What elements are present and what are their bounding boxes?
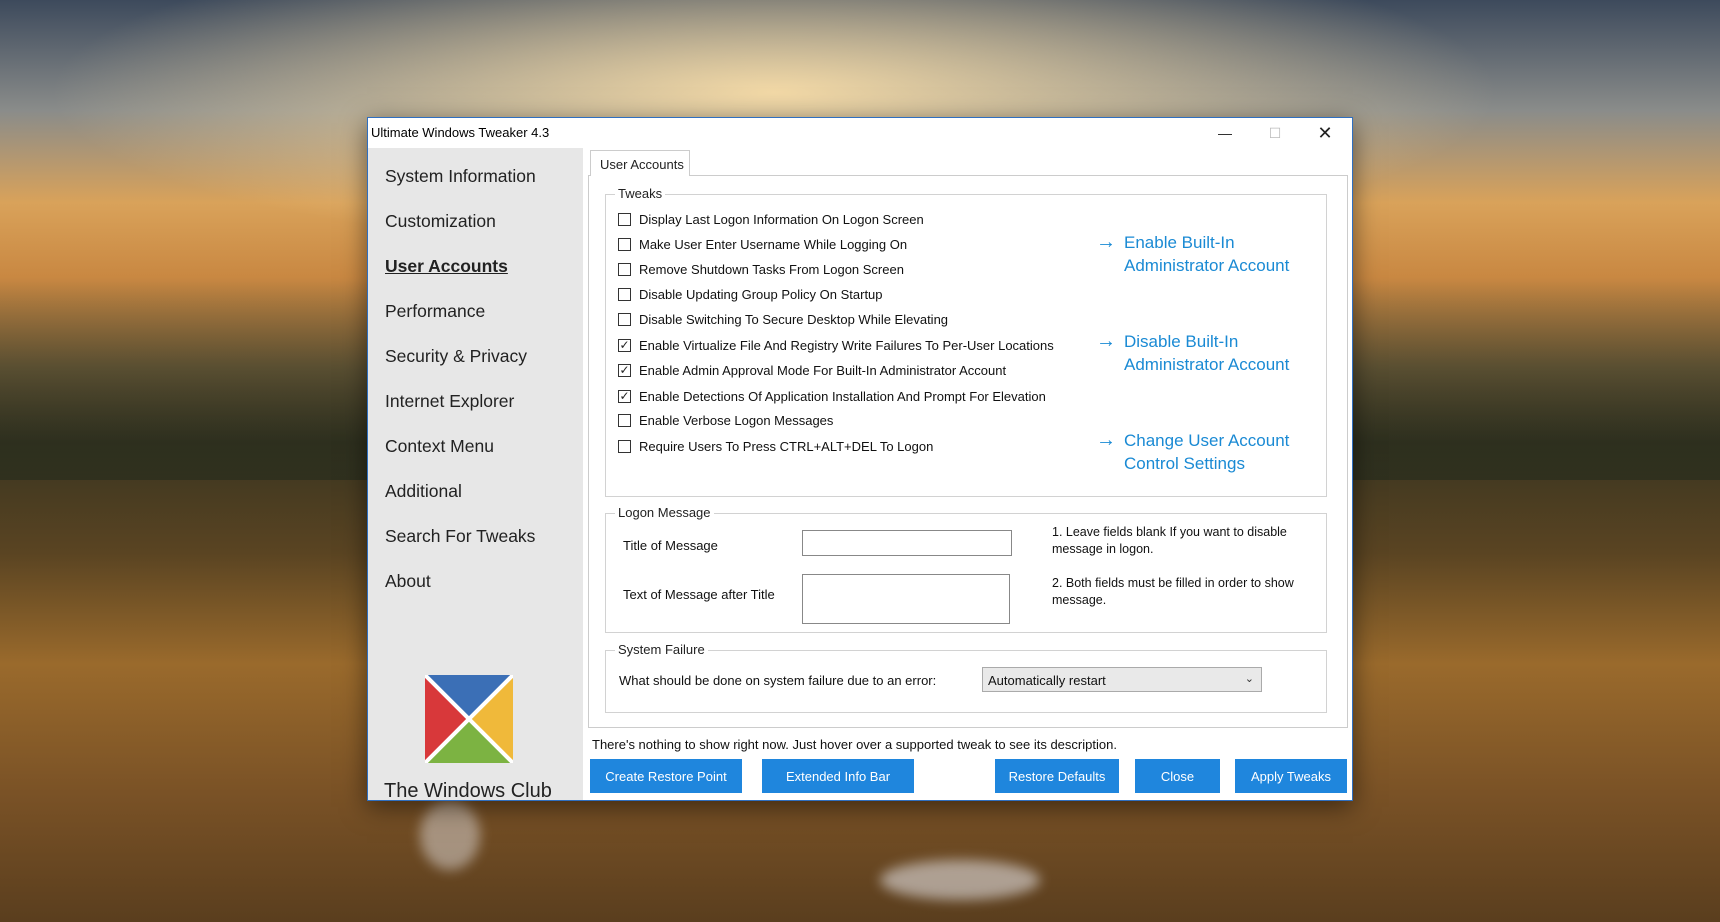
restore-defaults-button[interactable]: Restore Defaults xyxy=(995,759,1119,793)
tweak-checkbox-row[interactable]: Require Users To Press CTRL+ALT+DEL To L… xyxy=(618,439,933,454)
sidebar-item-additional[interactable]: Additional xyxy=(385,481,462,502)
logon-message-group: Logon Message Title of Message Text of M… xyxy=(605,505,1327,633)
tweak-label: Disable Updating Group Policy On Startup xyxy=(639,287,883,302)
tweak-checkbox-row[interactable]: Make User Enter Username While Logging O… xyxy=(618,237,907,252)
tweak-checkbox-row[interactable]: Enable Verbose Logon Messages xyxy=(618,413,833,428)
sidebar-item-system-information[interactable]: System Information xyxy=(385,166,536,187)
sidebar-item-performance[interactable]: Performance xyxy=(385,301,485,322)
arrow-right-icon: → xyxy=(1096,330,1116,352)
sidebar-item-context-menu[interactable]: Context Menu xyxy=(385,436,494,457)
checkbox[interactable] xyxy=(618,213,631,226)
system-failure-group-title: System Failure xyxy=(615,642,708,657)
link-line2: Administrator Account xyxy=(1124,355,1290,374)
main-content: User Accounts Tweaks Display Last Logon … xyxy=(583,148,1352,800)
disable-builtin-admin-link[interactable]: → Disable Built-In Administrator Account xyxy=(1096,330,1289,376)
tweak-label: Disable Switching To Secure Desktop Whil… xyxy=(639,312,949,327)
sidebar-item-customization[interactable]: Customization xyxy=(385,211,496,232)
system-failure-select[interactable]: Automatically restart ⌄ xyxy=(982,667,1262,692)
link-line1: Enable Built-In xyxy=(1124,233,1235,252)
change-uac-settings-link[interactable]: → Change User Account Control Settings xyxy=(1096,429,1289,475)
system-failure-label: What should be done on system failure du… xyxy=(619,673,937,688)
wallpaper-detail xyxy=(420,800,480,870)
window-close-button[interactable]: ✕ xyxy=(1300,118,1350,148)
minimize-icon: — xyxy=(1218,125,1232,141)
extended-info-bar-button[interactable]: Extended Info Bar xyxy=(762,759,914,793)
checkbox[interactable] xyxy=(618,288,631,301)
tweak-checkbox-row[interactable]: ✓ Enable Detections Of Application Instal… xyxy=(618,389,1046,404)
link-line2: Control Settings xyxy=(1124,454,1245,473)
tweak-checkbox-row[interactable]: Disable Switching To Secure Desktop Whil… xyxy=(618,312,948,327)
title-bar[interactable]: Ultimate Windows Tweaker 4.3 — ☐ ✕ xyxy=(368,118,1352,148)
system-failure-group: System Failure What should be done on sy… xyxy=(605,642,1327,713)
tweaks-group-title: Tweaks xyxy=(615,186,666,201)
status-description-text: There's nothing to show right now. Just … xyxy=(592,737,1117,752)
wallpaper-detail xyxy=(880,860,1040,900)
app-window: Ultimate Windows Tweaker 4.3 — ☐ ✕ Syste… xyxy=(367,117,1353,802)
link-line2: Administrator Account xyxy=(1124,256,1290,275)
sidebar-item-security-privacy[interactable]: Security & Privacy xyxy=(385,346,527,367)
checkbox[interactable] xyxy=(618,414,631,427)
chevron-down-icon: ⌄ xyxy=(1244,673,1254,685)
tweak-checkbox-row[interactable]: Disable Updating Group Policy On Startup xyxy=(618,287,883,302)
logon-note-1: 1. Leave fields blank If you want to dis… xyxy=(1052,525,1287,556)
tweak-label: Enable Virtualize File And Registry Writ… xyxy=(639,338,1054,353)
sidebar-item-search-for-tweaks[interactable]: Search For Tweaks xyxy=(385,526,535,547)
tweak-checkbox-row[interactable]: Remove Shutdown Tasks From Logon Screen xyxy=(618,262,904,277)
tweak-checkbox-row[interactable]: ✓ Enable Virtualize File And Registry Wri… xyxy=(618,338,1054,353)
maximize-icon: ☐ xyxy=(1268,124,1282,141)
sidebar-item-about[interactable]: About xyxy=(385,571,431,592)
title-of-message-label: Title of Message xyxy=(623,538,718,553)
checkbox[interactable] xyxy=(618,313,631,326)
tweak-checkbox-row[interactable]: Display Last Logon Information On Logon … xyxy=(618,212,924,227)
tweak-label: Display Last Logon Information On Logon … xyxy=(639,212,924,227)
checkbox[interactable] xyxy=(618,440,631,453)
checkbox[interactable]: ✓ xyxy=(618,390,631,403)
tweak-label: Make User Enter Username While Logging O… xyxy=(639,237,908,252)
apply-tweaks-button[interactable]: Apply Tweaks xyxy=(1235,759,1347,793)
minimize-button[interactable]: — xyxy=(1200,118,1250,148)
system-failure-selected-value: Automatically restart xyxy=(988,673,1106,688)
sidebar: System Information Customization User Ac… xyxy=(368,148,583,802)
tweak-label: Enable Admin Approval Mode For Built-In … xyxy=(639,363,1007,378)
logo-text: The Windows Club xyxy=(384,780,552,802)
window-title: Ultimate Windows Tweaker 4.3 xyxy=(371,125,550,140)
sidebar-item-internet-explorer[interactable]: Internet Explorer xyxy=(385,391,514,412)
logon-message-group-title: Logon Message xyxy=(615,505,714,520)
tweak-label: Enable Verbose Logon Messages xyxy=(639,413,834,428)
windows-club-logo-icon xyxy=(425,675,513,763)
arrow-right-icon: → xyxy=(1096,231,1116,253)
tweak-label: Remove Shutdown Tasks From Logon Screen xyxy=(639,262,904,277)
link-line1: Disable Built-In xyxy=(1124,332,1239,351)
message-title-input[interactable] xyxy=(802,530,1012,556)
tweak-checkbox-row[interactable]: ✓ Enable Admin Approval Mode For Built-In… xyxy=(618,363,1006,378)
logon-note-2: 2. Both fields must be filled in order t… xyxy=(1052,576,1294,607)
close-icon: ✕ xyxy=(1317,122,1333,143)
checkbox[interactable]: ✓ xyxy=(618,339,631,352)
checkbox[interactable] xyxy=(618,263,631,276)
enable-builtin-admin-link[interactable]: → Enable Built-In Administrator Account xyxy=(1096,231,1289,277)
link-line1: Change User Account xyxy=(1124,431,1290,450)
text-of-message-label: Text of Message after Title xyxy=(623,587,775,602)
tweak-label: Enable Detections Of Application Install… xyxy=(639,389,1046,404)
sidebar-item-user-accounts[interactable]: User Accounts xyxy=(385,256,508,277)
tab-user-accounts[interactable]: User Accounts xyxy=(590,150,690,176)
close-button[interactable]: Close xyxy=(1135,759,1220,793)
maximize-button[interactable]: ☐ xyxy=(1250,118,1300,148)
tweak-label: Require Users To Press CTRL+ALT+DEL To L… xyxy=(639,439,934,454)
tweaks-group: Tweaks Display Last Logon Information On… xyxy=(605,186,1327,497)
arrow-right-icon: → xyxy=(1096,429,1116,451)
checkbox[interactable]: ✓ xyxy=(618,364,631,377)
tab-panel: Tweaks Display Last Logon Information On… xyxy=(588,175,1348,728)
message-text-input[interactable] xyxy=(802,574,1010,624)
checkbox[interactable] xyxy=(618,238,631,251)
create-restore-point-button[interactable]: Create Restore Point xyxy=(590,759,742,793)
